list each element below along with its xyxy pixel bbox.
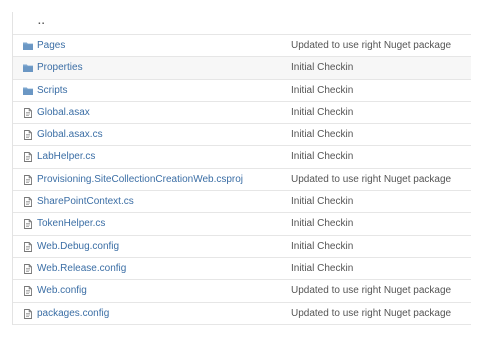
- file-icon: [23, 308, 33, 319]
- commit-message-link[interactable]: Initial Checkin: [291, 263, 353, 274]
- commit-message-link[interactable]: Updated to use right Nuget package: [291, 285, 451, 296]
- folder-icon: [23, 86, 33, 96]
- file-row[interactable]: Global.asax Initial Checkin: [13, 102, 471, 125]
- file-name-link[interactable]: Web.Debug.config: [37, 241, 119, 252]
- file-row[interactable]: Web.Release.config Initial Checkin: [13, 258, 471, 281]
- file-name-link[interactable]: packages.config: [37, 308, 109, 319]
- file-row[interactable]: Provisioning.SiteCollectionCreationWeb.c…: [13, 169, 471, 192]
- file-name-link[interactable]: Scripts: [37, 85, 68, 96]
- file-icon: [23, 107, 33, 118]
- file-icon: [23, 286, 33, 297]
- file-icon: [23, 219, 33, 230]
- file-name-link[interactable]: LabHelper.cs: [37, 151, 95, 162]
- file-row[interactable]: Scripts Initial Checkin: [13, 80, 471, 102]
- commit-message-link[interactable]: Initial Checkin: [291, 129, 353, 140]
- file-name-link[interactable]: Global.asax.cs: [37, 129, 103, 140]
- file-name-link[interactable]: Web.config: [37, 285, 87, 296]
- file-row[interactable]: Global.asax.cs Initial Checkin: [13, 124, 471, 147]
- parent-directory-row: ..: [13, 12, 471, 35]
- parent-directory-link[interactable]: ..: [38, 16, 46, 27]
- file-name-link[interactable]: Web.Release.config: [37, 263, 126, 274]
- commit-message-link[interactable]: Initial Checkin: [291, 62, 353, 73]
- file-table-body: Pages Updated to use right Nuget package…: [13, 35, 471, 325]
- file-name-link[interactable]: TokenHelper.cs: [37, 218, 105, 229]
- commit-message-link[interactable]: Initial Checkin: [291, 151, 353, 162]
- folder-icon: [23, 41, 33, 51]
- file-row[interactable]: Pages Updated to use right Nuget package: [13, 35, 471, 58]
- file-name-link[interactable]: Pages: [37, 40, 65, 51]
- file-row[interactable]: Web.Debug.config Initial Checkin: [13, 236, 471, 258]
- file-name-link[interactable]: Provisioning.SiteCollectionCreationWeb.c…: [37, 174, 243, 185]
- file-row[interactable]: LabHelper.cs Initial Checkin: [13, 146, 471, 169]
- commit-message-link[interactable]: Initial Checkin: [291, 241, 353, 252]
- commit-message-link[interactable]: Updated to use right Nuget package: [291, 40, 451, 51]
- file-list: .. Pages Updated to use right Nuget pack…: [12, 12, 471, 325]
- file-name-link[interactable]: Global.asax: [37, 107, 90, 118]
- commit-message-link[interactable]: Initial Checkin: [291, 85, 353, 96]
- commit-message-link[interactable]: Initial Checkin: [291, 196, 353, 207]
- commit-message-link[interactable]: Updated to use right Nuget package: [291, 308, 451, 319]
- commit-message-link[interactable]: Updated to use right Nuget package: [291, 174, 451, 185]
- folder-icon: [23, 63, 33, 73]
- file-icon: [23, 130, 33, 141]
- commit-message-link[interactable]: Initial Checkin: [291, 107, 353, 118]
- commit-message-link[interactable]: Initial Checkin: [291, 218, 353, 229]
- file-row[interactable]: SharePointContext.cs Initial Checkin: [13, 191, 471, 214]
- file-row[interactable]: packages.config Updated to use right Nug…: [13, 303, 471, 325]
- file-name-link[interactable]: SharePointContext.cs: [37, 196, 134, 207]
- file-name-link[interactable]: Properties: [37, 62, 83, 73]
- file-icon: [23, 152, 33, 163]
- file-row[interactable]: Web.config Updated to use right Nuget pa…: [13, 280, 471, 303]
- file-icon: [23, 174, 33, 185]
- file-icon: [23, 264, 33, 274]
- file-icon: [23, 241, 33, 252]
- file-row[interactable]: TokenHelper.cs Initial Checkin: [13, 213, 471, 236]
- file-icon: [23, 197, 33, 208]
- file-row[interactable]: Properties Initial Checkin: [13, 57, 471, 80]
